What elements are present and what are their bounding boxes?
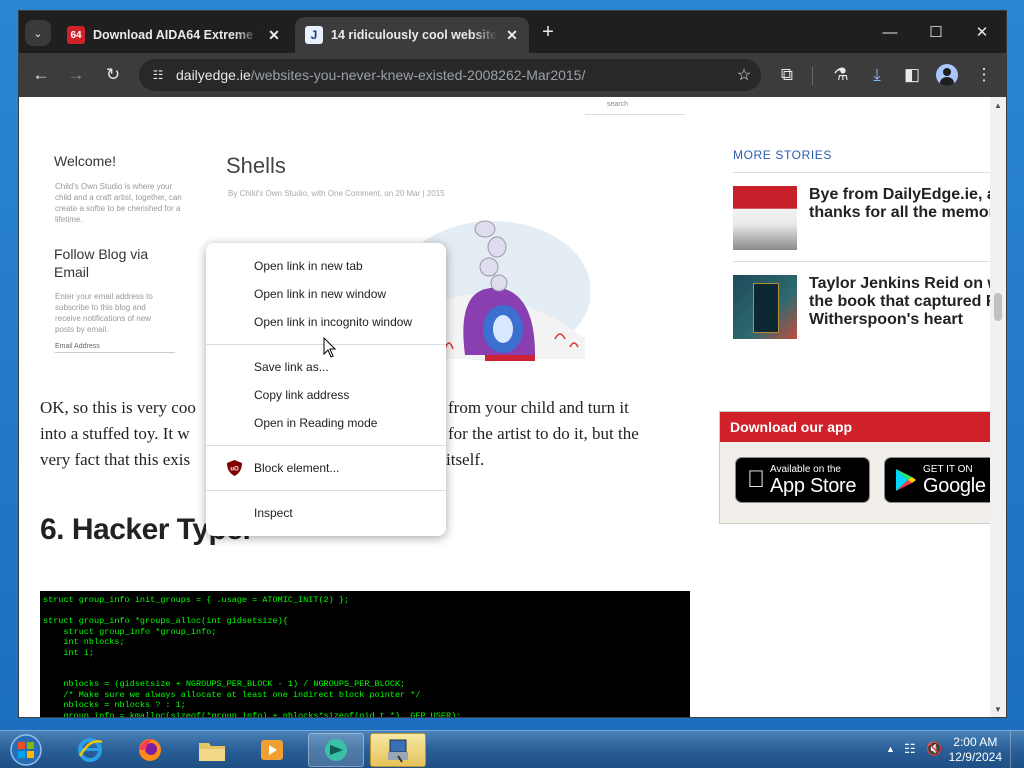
menu-open-new-window[interactable]: Open link in new window: [206, 280, 446, 308]
blog-welcome-heading: Welcome!: [54, 153, 116, 169]
story-thumbnail[interactable]: [733, 275, 797, 339]
story-title[interactable]: Taylor Jenkins Reid on wr the book that …: [809, 275, 992, 339]
network-icon[interactable]: ☷: [904, 741, 916, 757]
volume-muted-icon[interactable]: 🔇: [926, 741, 942, 757]
tab-aida64[interactable]: 64 Download AIDA64 Extreme 7.4 ✕: [57, 17, 291, 53]
menu-separator: [206, 490, 446, 491]
story-item[interactable]: Bye from DailyEdge.ie, an thanks for all…: [733, 186, 992, 250]
labs-flask-icon[interactable]: ⚗: [827, 61, 855, 89]
close-window-button[interactable]: ✕: [959, 19, 1005, 45]
menu-open-incognito[interactable]: Open link in incognito window: [206, 308, 446, 336]
divider: [733, 261, 992, 262]
clock[interactable]: 2:00 AM 12/9/2024: [949, 735, 1002, 765]
dailyedge-favicon-icon: J: [305, 26, 323, 44]
file-explorer-icon[interactable]: [184, 733, 240, 767]
close-icon[interactable]: ✕: [503, 26, 521, 44]
tab-dailyedge[interactable]: J 14 ridiculously cool websites y ✕: [295, 17, 529, 53]
menu-reading-mode[interactable]: Open in Reading mode: [206, 409, 446, 437]
mouse-pointer-icon: [323, 337, 337, 358]
google-play-badge[interactable]: GET IT ON Google pla: [884, 457, 992, 503]
ublock-shield-icon: uO: [227, 460, 242, 476]
menu-open-new-tab[interactable]: Open link in new tab: [206, 252, 446, 280]
divider: [733, 172, 992, 173]
app-store-badge[interactable]:  Available on the App Store: [735, 457, 870, 503]
scroll-down-arrow-icon[interactable]: ▼: [993, 705, 1003, 715]
more-stories-heading: MORE STORIES: [733, 148, 832, 162]
download-app-heading: Download our app: [720, 412, 992, 442]
aida64-favicon-icon: 64: [67, 26, 85, 44]
toolbar-divider: [812, 67, 813, 85]
scroll-up-arrow-icon[interactable]: ▲: [993, 101, 1003, 111]
google-play-icon: [896, 469, 916, 491]
minimize-button[interactable]: —: [867, 19, 913, 45]
tab-title: 14 ridiculously cool websites y: [331, 28, 497, 42]
back-button[interactable]: ←: [27, 61, 55, 89]
address-bar[interactable]: ☷ dailyedge.ie/websites-you-never-knew-e…: [139, 59, 761, 91]
blog-follow-heading: Follow Blog via Email: [54, 246, 149, 280]
new-tab-button[interactable]: +: [537, 22, 559, 44]
story-title[interactable]: Bye from DailyEdge.ie, an thanks for all…: [809, 186, 992, 250]
extensions-icon[interactable]: ⧉: [773, 61, 801, 89]
app-window-icon[interactable]: [370, 733, 426, 767]
downloads-icon[interactable]: ⤓: [863, 61, 891, 89]
close-icon[interactable]: ✕: [265, 26, 283, 44]
download-app-box: Download our app  Available on the App …: [719, 411, 992, 524]
scroll-thumb[interactable]: [994, 293, 1002, 321]
forward-button[interactable]: →: [62, 61, 90, 89]
menu-separator: [206, 445, 446, 446]
menu-kebab-icon[interactable]: ⋮: [970, 61, 998, 89]
side-panel-icon[interactable]: ◧: [898, 61, 926, 89]
maximize-button[interactable]: ☐: [913, 19, 959, 45]
firefox-icon[interactable]: [122, 733, 178, 767]
story-item[interactable]: Taylor Jenkins Reid on wr the book that …: [733, 275, 992, 339]
system-tray: ▲ ☷ 🔇 2:00 AM 12/9/2024: [868, 731, 1024, 768]
browser-toolbar: ← → ↻ ☷ dailyedge.ie/websites-you-never-…: [19, 53, 1006, 97]
app-running-icon[interactable]: [308, 733, 364, 767]
tab-strip: ⌄ 64 Download AIDA64 Extreme 7.4 ✕ J 14 …: [19, 11, 1006, 53]
taskbar: ▲ ☷ 🔇 2:00 AM 12/9/2024: [0, 730, 1024, 768]
blog-search-field: search: [585, 101, 685, 115]
story-thumbnail[interactable]: [733, 186, 797, 250]
profile-button[interactable]: [933, 61, 961, 89]
hacker-typer-code-image: struct group_info init_groups = { .usage…: [40, 591, 690, 717]
apple-icon: : [742, 466, 770, 494]
tab-search-button[interactable]: ⌄: [25, 20, 51, 46]
bookmark-star-icon[interactable]: ☆: [733, 64, 755, 86]
menu-inspect[interactable]: Inspect: [206, 499, 446, 527]
blog-email-field: Email Address: [55, 343, 175, 353]
blog-byline: By Child's Own Studio, with One Comment,…: [228, 189, 445, 198]
avatar-icon: [936, 64, 958, 86]
blog-follow-text: Enter your email address to subscribe to…: [55, 292, 153, 334]
context-menu: Open link in new tab Open link in new wi…: [206, 243, 446, 536]
show-desktop-button[interactable]: [1010, 731, 1024, 768]
blog-post-title: Shells: [226, 153, 286, 178]
media-player-icon[interactable]: [244, 733, 300, 767]
url-text[interactable]: dailyedge.ie/websites-you-never-knew-exi…: [176, 67, 585, 83]
tab-title: Download AIDA64 Extreme 7.4: [93, 28, 259, 42]
svg-text:uO: uO: [230, 467, 239, 473]
tray-expand-arrow-icon[interactable]: ▲: [886, 744, 895, 754]
menu-block-element[interactable]: uO Block element...: [206, 454, 446, 482]
menu-copy-link[interactable]: Copy link address: [206, 381, 446, 409]
blog-welcome-text: Child's Own Studio is where your child a…: [55, 182, 182, 224]
page-scrollbar[interactable]: ▲ ▼: [990, 97, 1006, 717]
reload-button[interactable]: ↻: [99, 61, 127, 89]
internet-explorer-icon[interactable]: [62, 733, 118, 767]
site-info-icon[interactable]: ☷: [147, 64, 169, 86]
web-page: search Welcome! Child's Own Studio is wh…: [19, 97, 992, 717]
browser-window: ⌄ 64 Download AIDA64 Extreme 7.4 ✕ J 14 …: [18, 10, 1007, 718]
start-button[interactable]: [4, 732, 48, 768]
